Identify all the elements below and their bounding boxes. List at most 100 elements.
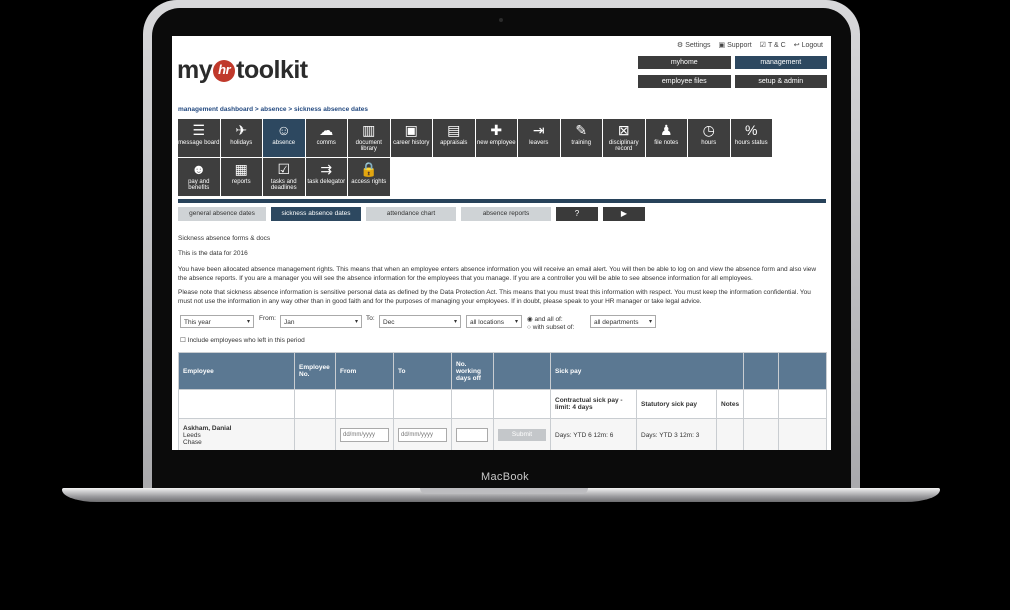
- module-label: appraisals: [440, 140, 468, 146]
- module-label: pay and benefits: [188, 179, 210, 191]
- module-icon: ✚: [490, 122, 503, 138]
- col-days-off: No. working days off: [451, 352, 494, 390]
- module-career-history[interactable]: ▣ career history: [390, 119, 432, 157]
- module-training[interactable]: ✎ training: [560, 119, 602, 157]
- module-label: file notes: [654, 140, 679, 146]
- radio-subset[interactable]: ○ with subset of:: [527, 324, 574, 331]
- module-icon: ⇥: [532, 122, 545, 138]
- module-hours[interactable]: ◷ hours: [688, 119, 730, 157]
- logo-mark: hr: [213, 60, 236, 83]
- help-icon[interactable]: ?: [556, 207, 598, 221]
- tab-sickness-absence-dates[interactable]: sickness absence dates: [271, 207, 361, 221]
- forms-link[interactable]: Sickness absence forms & docs: [178, 234, 826, 243]
- module-icon: ☺: [276, 122, 291, 138]
- module-document-library[interactable]: ▥ document library: [348, 119, 390, 157]
- employee-cell: Askham, Danial Leeds Chase: [178, 418, 295, 450]
- module-icon: ☰: [192, 122, 206, 138]
- breadcrumb[interactable]: management dashboard > absence > sicknes…: [178, 106, 368, 113]
- data-year: This is the data for 2016: [178, 250, 248, 257]
- module-leavers[interactable]: ⇥ leavers: [518, 119, 560, 157]
- col-from: From: [335, 352, 394, 390]
- module-file-notes[interactable]: ♟ file notes: [645, 119, 687, 157]
- col-action: [493, 352, 551, 390]
- module-appraisals[interactable]: ▤ appraisals: [433, 119, 475, 157]
- main-nav: myhome management employee files setup &…: [638, 56, 827, 88]
- period-select[interactable]: This year: [180, 315, 254, 329]
- sub-statutory: Statutory sick pay: [636, 389, 717, 419]
- col-employee-no: Employee No.: [294, 352, 336, 390]
- to-select[interactable]: Dec: [379, 315, 461, 329]
- absence-tabs: general absence dates sickness absence d…: [178, 207, 645, 221]
- to-date-input[interactable]: dd/mm/yyyy: [398, 428, 447, 442]
- module-icon: ◷: [702, 122, 715, 138]
- module-comms[interactable]: ☁ comms: [305, 119, 347, 157]
- module-icon: ☻: [191, 161, 207, 177]
- module-label: access rights: [351, 179, 387, 185]
- table-row: Askham, Danial Leeds Chase dd/mm/yyyy dd…: [178, 418, 827, 450]
- days-off-input[interactable]: [456, 428, 488, 442]
- radio-selected-icon: ◉: [527, 316, 533, 323]
- checkbox-empty-icon: ☐: [180, 337, 186, 344]
- module-icon: ▤: [447, 122, 461, 138]
- from-date-input[interactable]: dd/mm/yyyy: [340, 428, 389, 442]
- top-links: ⚙ Settings ▣ Support ☑ T & C ↩ Logout: [676, 41, 823, 50]
- checkbox-icon: ☑: [759, 42, 766, 49]
- module-label: tasks and deadlines: [270, 179, 297, 191]
- tab-attendance-chart[interactable]: attendance chart: [366, 207, 456, 221]
- employee-location: Leeds: [183, 431, 201, 439]
- to-label: To:: [366, 315, 375, 322]
- gear-icon: ⚙: [676, 42, 684, 49]
- module-label: message board: [178, 140, 220, 146]
- nav-employee-files[interactable]: employee files: [638, 75, 731, 88]
- include-leavers-checkbox[interactable]: ☐ Include employees who left in this per…: [180, 336, 305, 344]
- contractual-days: Days: YTD 6 12m: 6: [550, 418, 637, 450]
- module-label: leavers: [529, 140, 549, 146]
- module-icon: ⊠: [617, 122, 630, 138]
- nav-myhome[interactable]: myhome: [638, 56, 731, 69]
- module-access-rights[interactable]: 🔒 access rights: [348, 158, 390, 196]
- module-label: comms: [316, 140, 336, 146]
- module-pay-and-benefits[interactable]: ☻ pay and benefits: [178, 158, 220, 196]
- sub-notes: Notes: [716, 389, 744, 419]
- settings-link[interactable]: ⚙ Settings: [676, 41, 711, 50]
- play-icon[interactable]: ▶: [603, 207, 645, 221]
- tc-link[interactable]: ☑ T & C: [759, 41, 786, 50]
- module-icon: ☑: [277, 161, 291, 177]
- module-new-employee[interactable]: ✚ new employee: [475, 119, 517, 157]
- module-icon: 🔒: [360, 161, 378, 177]
- sub-contractual: Contractual sick pay - limit: 4 days: [550, 389, 637, 419]
- module-disciplinary-record[interactable]: ⊠ disciplinary record: [603, 119, 645, 157]
- radio-all[interactable]: ◉ and all of:: [527, 315, 563, 323]
- col-to: To: [393, 352, 452, 390]
- submit-button[interactable]: Submit: [498, 429, 546, 441]
- locations-select[interactable]: all locations: [466, 315, 522, 329]
- departments-select[interactable]: all departments: [590, 315, 656, 329]
- module-icon: ▦: [234, 161, 248, 177]
- module-hours-status[interactable]: % hours status: [730, 119, 772, 157]
- module-message-board[interactable]: ☰ message board: [178, 119, 220, 157]
- module-icon: ☁: [319, 122, 334, 138]
- briefcase-icon: ▣: [718, 42, 726, 49]
- employee-name[interactable]: Askham, Danial: [183, 425, 290, 432]
- module-label: absence: [272, 140, 296, 146]
- nav-setup-admin[interactable]: setup & admin: [734, 75, 827, 88]
- from-label: From:: [259, 315, 276, 322]
- divider-bar: [178, 199, 826, 203]
- module-task-delegator[interactable]: ⇉ task delegator: [305, 158, 347, 196]
- tab-general-absence-dates[interactable]: general absence dates: [178, 207, 266, 221]
- employee-dept: Chase: [183, 438, 202, 446]
- module-absence[interactable]: ☺ absence: [263, 119, 305, 157]
- module-label: new employee: [476, 140, 516, 146]
- module-reports[interactable]: ▦ reports: [220, 158, 262, 196]
- support-link[interactable]: ▣ Support: [718, 41, 752, 50]
- logout-link[interactable]: ↩ Logout: [794, 41, 823, 50]
- logo[interactable]: my hr toolkit: [177, 56, 308, 85]
- tab-absence-reports[interactable]: absence reports: [461, 207, 551, 221]
- module-icon: %: [745, 122, 758, 138]
- from-select[interactable]: Jan: [280, 315, 362, 329]
- nav-management[interactable]: management: [734, 56, 827, 69]
- module-label: disciplinary record: [608, 140, 639, 152]
- module-tasks-and-deadlines[interactable]: ☑ tasks and deadlines: [263, 158, 305, 196]
- module-label: hours status: [734, 140, 768, 146]
- module-holidays[interactable]: ✈ holidays: [220, 119, 262, 157]
